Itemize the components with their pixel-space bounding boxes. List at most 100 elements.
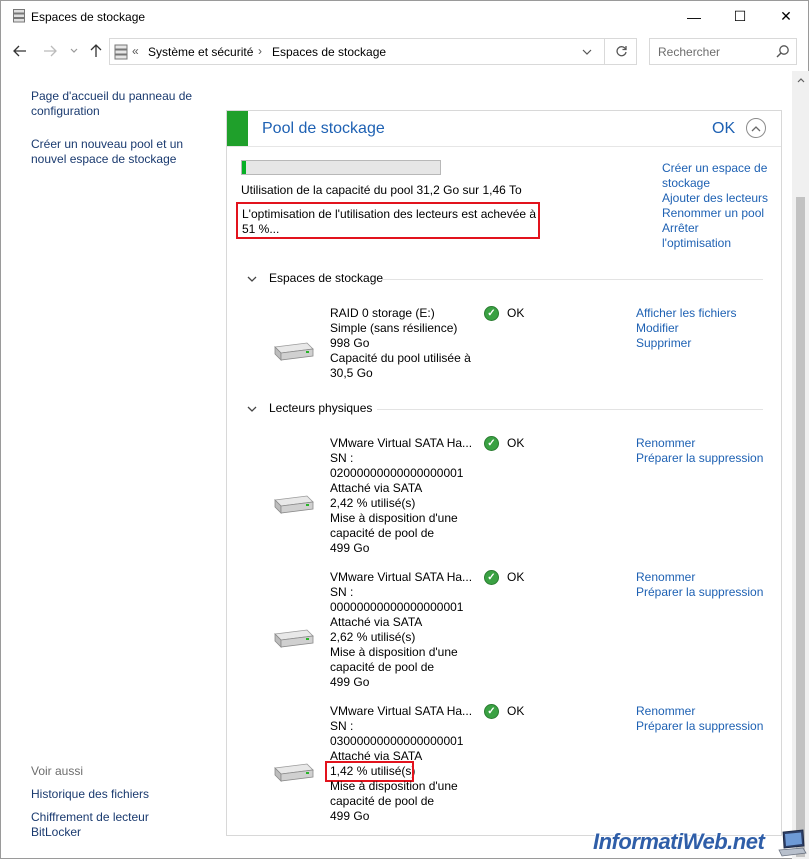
drive-status: OK [507,436,525,450]
breadcrumb-system-security[interactable]: Système et sécurité [148,45,253,59]
window-title: Espaces de stockage [31,10,146,24]
title-bar: Espaces de stockage — ☐ ✕ [1,1,808,32]
rename-drive-link[interactable]: Renommer [636,704,695,719]
create-pool-link[interactable]: Créer un nouveau pool et un nouvel espac… [31,137,201,167]
maximize-button[interactable]: ☐ [717,1,763,32]
view-files-link[interactable]: Afficher les fichiers [636,306,736,321]
storage-pool-panel: Pool de stockage OK Utilisation de la ca… [226,110,782,836]
physical-drives-heading[interactable]: Lecteurs physiques [269,401,372,415]
vertical-scrollbar[interactable] [792,71,809,859]
physical-drives-chevron-icon[interactable] [247,405,257,413]
drive-provision-label: Mise à disposition d'une [330,511,458,525]
address-dropdown-icon[interactable] [582,47,592,57]
forward-arrow-icon [44,45,57,57]
drive-icon [274,763,314,782]
see-also-label: Voir aussi [31,764,84,778]
modify-link[interactable]: Modifier [636,321,679,336]
prepare-removal-link[interactable]: Préparer la suppression [636,585,763,600]
storage-space-status: OK [507,306,525,320]
section-divider [382,279,763,280]
rename-pool-link[interactable]: Renommer un pool [662,206,764,221]
navigation-bar: « Système et sécurité › Espaces de stock… [1,34,808,70]
scroll-up-icon[interactable] [792,73,809,87]
collapse-button[interactable] [746,118,766,138]
storage-space-resiliency: Simple (sans résilience) [330,321,458,335]
drive-icon [274,342,314,361]
drive-serial: 02000000000000000001 [330,466,464,480]
delete-link[interactable]: Supprimer [636,336,691,351]
chevron-down-icon [70,48,78,53]
pool-status: OK [712,120,736,137]
rename-drive-link[interactable]: Renommer [636,570,695,585]
refresh-button[interactable] [604,39,637,64]
drive-provision-label: Mise à disposition d'une [330,645,458,659]
drive-status: OK [507,570,525,584]
drive-provision-label: capacité de pool de [330,660,435,674]
drive-provision-label: capacité de pool de [330,794,435,808]
drive-provision-label: Mise à disposition d'une [330,779,458,793]
drive-provision-size: 499 Go [330,541,370,555]
maximize-icon: ☐ [733,8,747,24]
file-history-link[interactable]: Historique des fichiers [31,787,201,802]
drive-connection: Attaché via SATA [330,615,423,629]
drive-usage: 2,62 % utilisé(s) [330,630,416,644]
storage-spaces-heading[interactable]: Espaces de stockage [269,271,383,285]
drive-sn-label: SN : [330,585,354,599]
pool-title: Pool de stockage [262,120,385,137]
breadcrumb-separator-icon[interactable]: › [258,44,262,58]
search-icon[interactable] [776,44,790,58]
watermark-text: InformatiWeb.net [593,829,765,854]
section-divider [377,409,763,410]
drive-provision-size: 499 Go [330,675,370,689]
storage-space-pool-usage-value: 30,5 Go [330,366,373,380]
up-button[interactable] [87,42,105,60]
address-bar[interactable]: « Système et sécurité › Espaces de stock… [109,38,637,65]
back-arrow-icon [13,45,26,57]
storage-spaces-icon [13,9,25,23]
pool-capacity-usage: Utilisation de la capacité du pool 31,2 … [241,183,522,197]
ok-check-icon: ✓ [484,704,499,719]
search-box[interactable]: Rechercher [649,38,797,65]
bitlocker-link[interactable]: Chiffrement de lecteur BitLocker [31,810,161,840]
breadcrumb-storage-spaces[interactable]: Espaces de stockage [272,45,386,59]
control-panel-home-link[interactable]: Page d'accueil du panneau de configurati… [31,89,201,119]
forward-button[interactable] [41,42,59,60]
drive-icon [274,495,314,514]
drive-provision-label: capacité de pool de [330,526,435,540]
close-button[interactable]: ✕ [763,1,809,32]
add-drives-link[interactable]: Ajouter des lecteurs [662,191,768,206]
drive-sn-label: SN : [330,719,354,733]
ok-check-icon: ✓ [484,306,499,321]
control-panel-icon [114,44,128,60]
scroll-thumb[interactable] [796,197,805,857]
minimize-icon: — [687,8,701,25]
storage-spaces-window: Espaces de stockage — ☐ ✕ « Système et s… [0,0,809,859]
optimization-status: L'optimisation de l'utilisation des lect… [236,202,540,239]
prepare-removal-link[interactable]: Préparer la suppression [636,451,763,466]
storage-spaces-chevron-icon[interactable] [247,275,257,283]
recent-locations-button[interactable] [65,42,83,60]
drive-icon [274,629,314,648]
minimize-button[interactable]: — [671,1,717,32]
storage-space-pool-usage-label: Capacité du pool utilisée à [330,351,471,365]
close-icon: ✕ [780,8,792,24]
drive-name: VMware Virtual SATA Ha... [330,570,473,584]
up-arrow-icon [90,44,102,57]
back-button[interactable] [11,42,29,60]
create-storage-space-link[interactable]: Créer un espace de stockage [662,161,772,191]
storage-space-size: 998 Go [330,336,370,350]
drive-provision-size: 499 Go [330,809,370,823]
stop-optimization-link[interactable]: Arrêter l'optimisation [662,221,742,251]
pool-status-bar [227,111,248,146]
chevron-up-icon [751,125,761,131]
pool-header[interactable]: Pool de stockage OK [227,111,781,147]
prepare-removal-link[interactable]: Préparer la suppression [636,719,763,734]
drive-sn-label: SN : [330,451,354,465]
laptop-logo-icon [778,829,807,857]
rename-drive-link[interactable]: Renommer [636,436,695,451]
drive-connection: Attaché via SATA [330,481,423,495]
breadcrumb-overflow-icon[interactable]: « [132,44,139,58]
storage-space-name: RAID 0 storage (E:) [330,306,435,320]
drive-usage: 2,42 % utilisé(s) [330,496,416,510]
refresh-icon [615,46,627,57]
